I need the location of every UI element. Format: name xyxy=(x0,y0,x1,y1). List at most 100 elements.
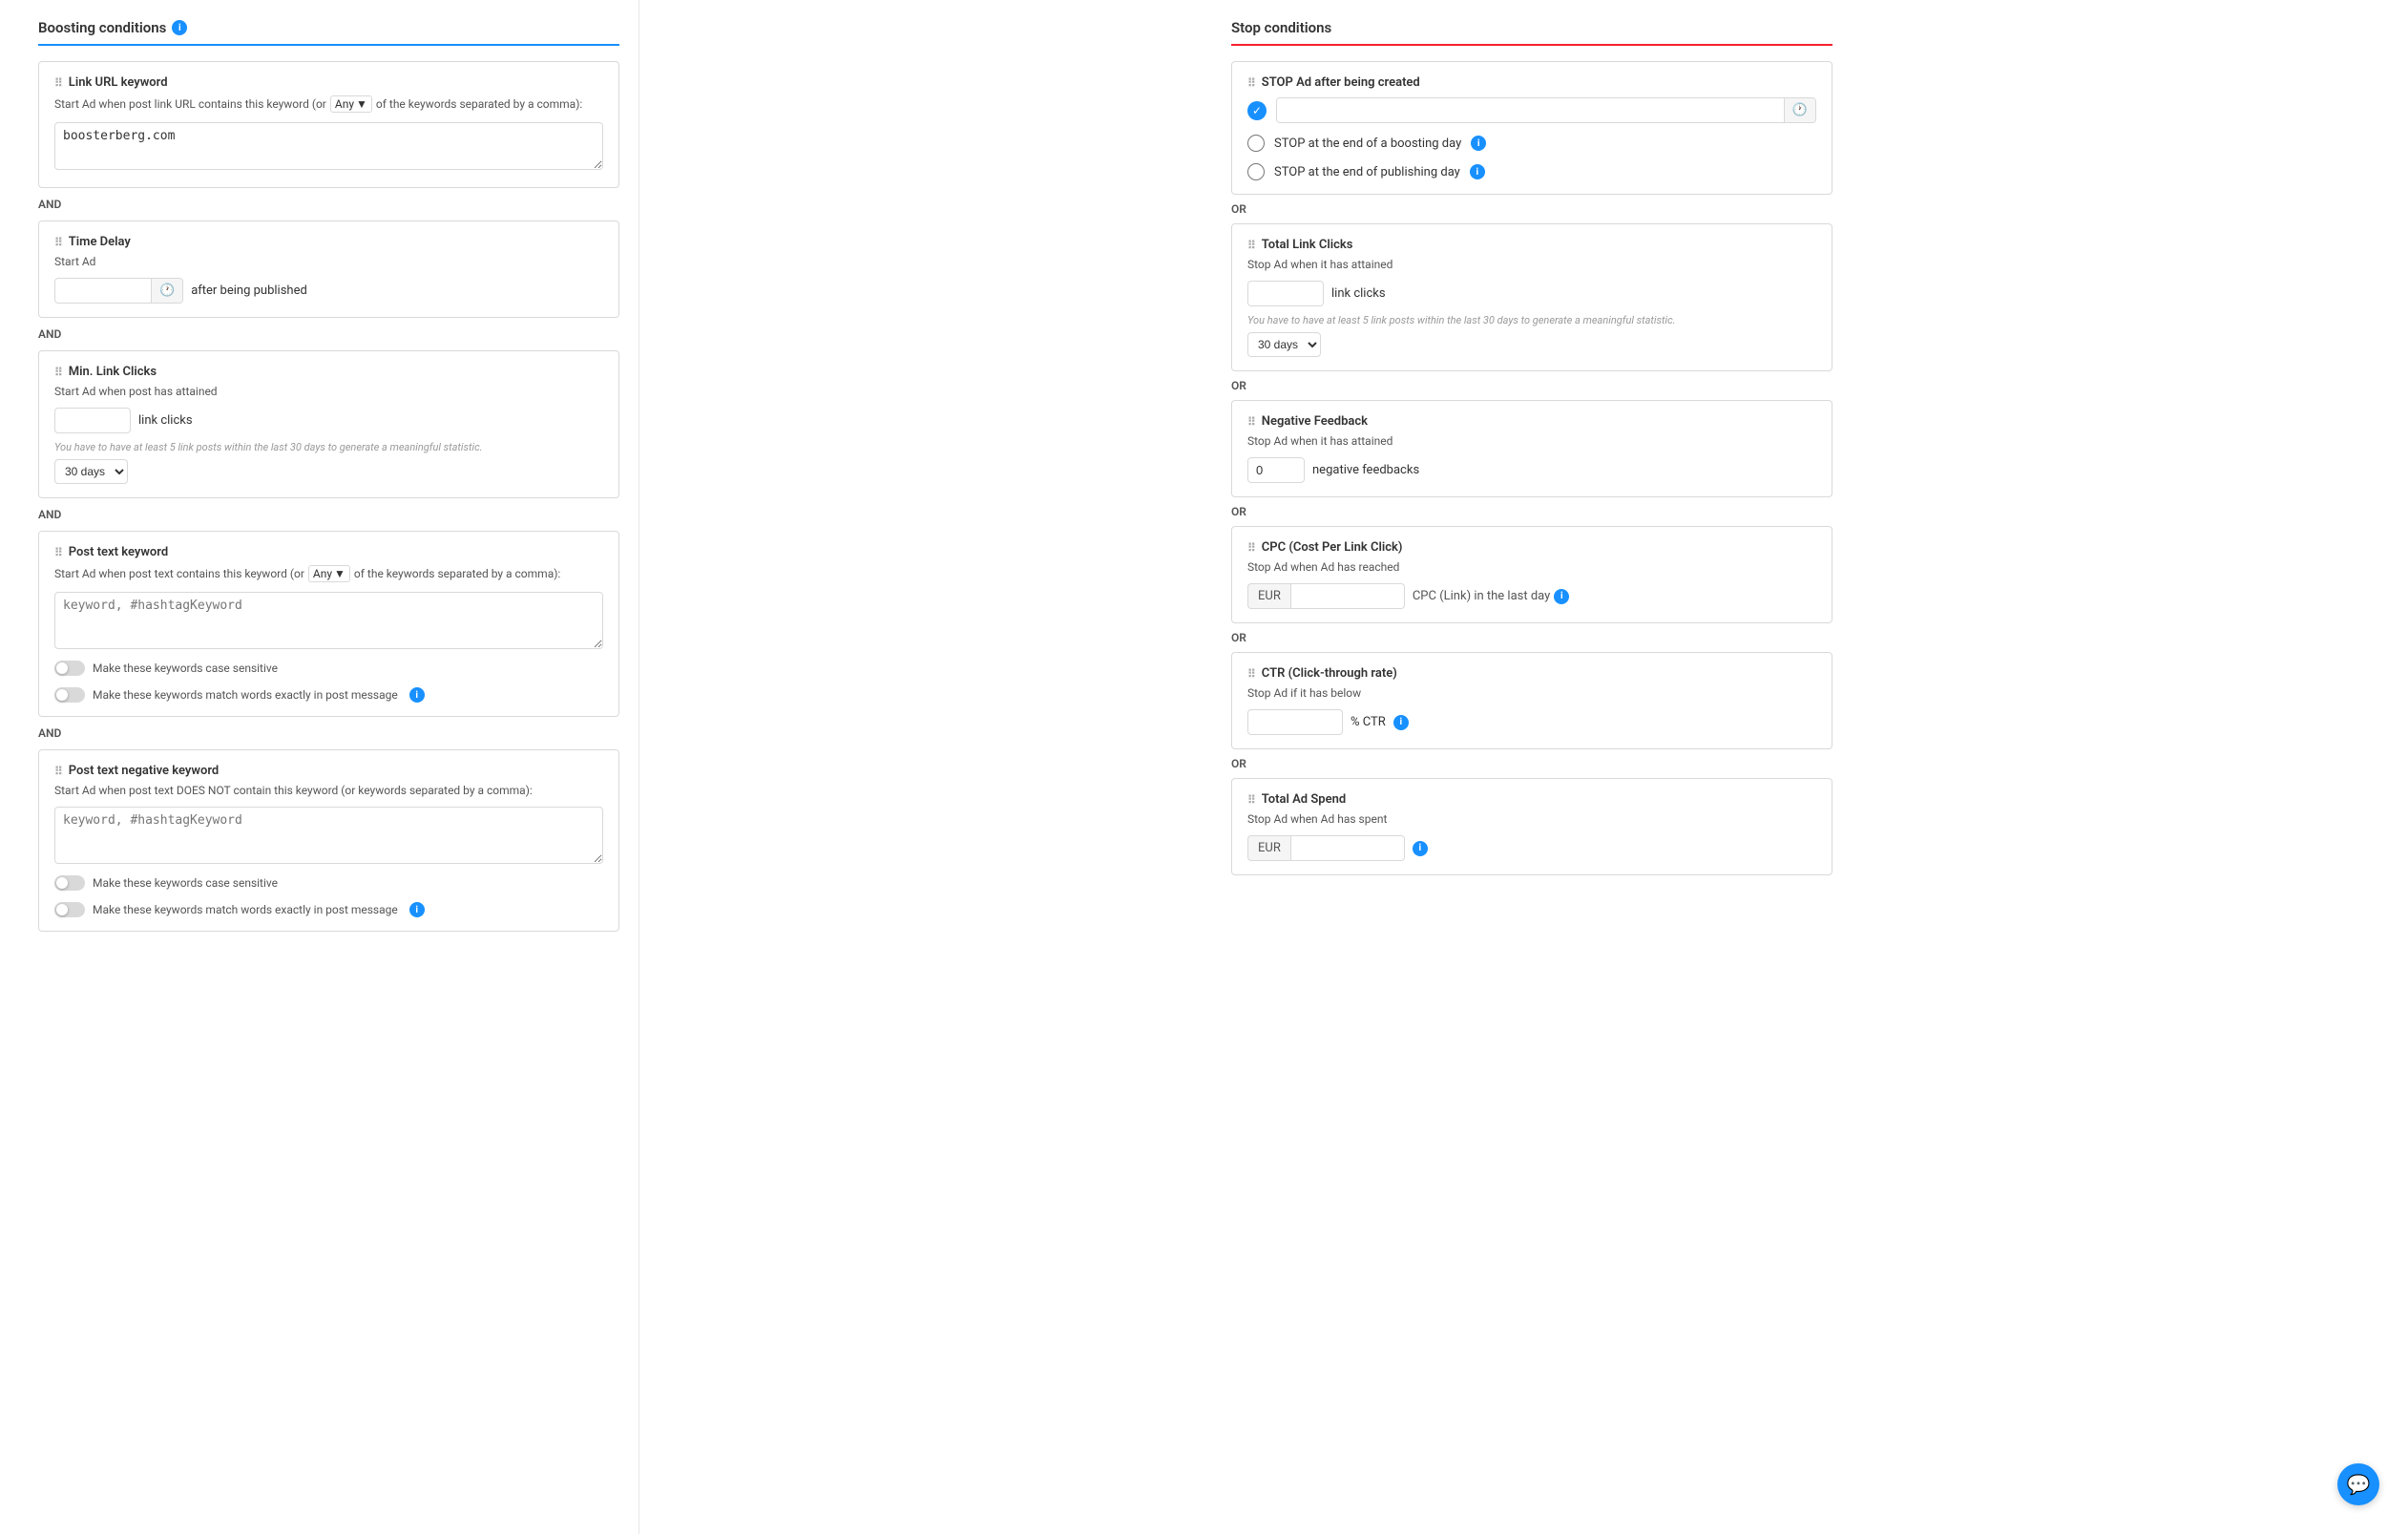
min-link-clicks-desc: Start Ad when post has attained xyxy=(54,385,603,398)
stop-created-radio-row: ✓ 🕐 xyxy=(1247,97,1816,123)
link-url-desc-after: of the keywords separated by a comma): xyxy=(376,97,582,111)
drag-icon-stop-5[interactable]: ⠿ xyxy=(1247,667,1256,681)
stop-end-boosting-day-row: STOP at the end of a boosting day i xyxy=(1247,135,1816,152)
match-words-neg-info-icon[interactable]: i xyxy=(409,902,425,917)
post-text-negative-keyword-card: ⠿ Post text negative keyword Start Ad wh… xyxy=(38,749,619,932)
link-url-desc-before: Start Ad when post link URL contains thi… xyxy=(54,97,326,111)
stop-title: Stop conditions xyxy=(1231,19,1331,36)
total-ad-spend-card: ⠿ Total Ad Spend Stop Ad when Ad has spe… xyxy=(1231,778,1832,875)
min-link-clicks-card: ⠿ Min. Link Clicks Start Ad when post ha… xyxy=(38,350,619,498)
drag-icon-stop-3[interactable]: ⠿ xyxy=(1247,415,1256,429)
chat-button[interactable]: 💬 xyxy=(2337,1463,2379,1505)
cpc-input-row: EUR CPC (Link) in the last day i xyxy=(1247,583,1816,609)
time-clock-icon[interactable]: 🕐 xyxy=(151,279,182,303)
post-text-neg-case-sensitive-toggle[interactable]: Make these keywords case sensitive xyxy=(54,875,603,891)
cpc-card: ⠿ CPC (Cost Per Link Click) Stop Ad when… xyxy=(1231,526,1832,623)
cpc-desc: Stop Ad when Ad has reached xyxy=(1247,560,1816,574)
drag-icon-2[interactable]: ⠿ xyxy=(54,236,63,249)
total-link-clicks-title: Total Link Clicks xyxy=(1262,238,1353,252)
ctr-info-icon[interactable]: i xyxy=(1393,715,1409,730)
negative-feedback-desc: Stop Ad when it has attained xyxy=(1247,434,1816,448)
or-1: OR xyxy=(1231,202,1832,216)
min-link-clicks-days-select[interactable]: 30 days 7 days 14 days 60 days 90 days xyxy=(54,459,128,484)
stop-panel: Stop conditions ⠿ STOP Ad after being cr… xyxy=(1212,0,1852,1534)
drag-icon[interactable]: ⠿ xyxy=(54,76,63,90)
ctr-card: ⠿ CTR (Click-through rate) Stop Ad if it… xyxy=(1231,652,1832,749)
ctr-input[interactable] xyxy=(1247,709,1343,735)
negative-feedback-row: negative feedbacks xyxy=(1247,457,1816,483)
drag-icon-stop-1[interactable]: ⠿ xyxy=(1247,76,1256,90)
total-link-clicks-input[interactable] xyxy=(1247,281,1324,306)
stop-end-boosting-day-radio[interactable] xyxy=(1247,135,1265,152)
toggle-thumb-1 xyxy=(56,662,68,674)
stop-end-publishing-day-info-icon[interactable]: i xyxy=(1470,164,1485,179)
total-ad-spend-desc: Stop Ad when Ad has spent xyxy=(1247,812,1816,826)
total-ad-spend-info-icon[interactable]: i xyxy=(1413,841,1428,856)
cpc-suffix-label: CPC (Link) in the last day xyxy=(1413,589,1550,603)
cpc-input[interactable] xyxy=(1290,583,1405,609)
boosting-title: Boosting conditions xyxy=(38,19,166,36)
and-2: AND xyxy=(38,327,619,341)
stop-end-publishing-day-radio[interactable] xyxy=(1247,163,1265,180)
stop-end-boosting-day-info-icon[interactable]: i xyxy=(1471,136,1486,151)
ctr-title: CTR (Click-through rate) xyxy=(1262,666,1397,681)
post-text-keyword-textarea[interactable] xyxy=(54,592,603,649)
stop-end-publishing-day-row: STOP at the end of publishing day i xyxy=(1247,163,1816,180)
boosting-panel: Boosting conditions i ⠿ Link URL keyword… xyxy=(0,0,639,1534)
min-link-clicks-row: link clicks xyxy=(54,408,603,433)
total-ad-spend-eur-prefix: EUR xyxy=(1247,835,1290,861)
cpc-header: ⠿ CPC (Cost Per Link Click) xyxy=(1247,540,1816,555)
negative-feedback-input[interactable] xyxy=(1247,457,1305,483)
toggle-track-1 xyxy=(54,661,85,676)
or-4: OR xyxy=(1231,631,1832,644)
cpc-info-icon[interactable]: i xyxy=(1554,589,1569,604)
boosting-info-icon[interactable]: i xyxy=(172,20,187,35)
time-input-wrapper: 🕐 xyxy=(54,278,183,304)
min-link-clicks-input[interactable] xyxy=(54,408,131,433)
total-link-clicks-days-select[interactable]: 30 days 7 days 14 days 60 days 90 days xyxy=(1247,332,1321,357)
stop-after-created-card: ⠿ STOP Ad after being created ✓ 🕐 STOP a… xyxy=(1231,61,1832,195)
drag-icon-4[interactable]: ⠿ xyxy=(54,546,63,559)
ctr-input-row: % CTR i xyxy=(1247,709,1816,735)
ctr-desc: Stop Ad if it has below xyxy=(1247,686,1816,700)
stop-created-checkbox[interactable]: ✓ xyxy=(1247,101,1267,120)
link-url-keyword-title: Link URL keyword xyxy=(69,75,168,90)
post-text-keyword-card: ⠿ Post text keyword Start Ad when post t… xyxy=(38,531,619,717)
time-input-row: 🕐 after being published xyxy=(54,278,603,304)
total-ad-spend-input[interactable] xyxy=(1290,835,1405,861)
post-text-neg-match-words-toggle[interactable]: Make these keywords match words exactly … xyxy=(54,902,603,917)
boosting-header: Boosting conditions i xyxy=(38,19,619,46)
toggle-thumb-2 xyxy=(56,689,68,701)
post-text-neg-keyword-title: Post text negative keyword xyxy=(69,764,219,778)
chat-icon: 💬 xyxy=(2347,1473,2371,1496)
stop-after-created-header: ⠿ STOP Ad after being created xyxy=(1247,75,1816,90)
drag-icon-stop-2[interactable]: ⠿ xyxy=(1247,239,1256,252)
stop-header: Stop conditions xyxy=(1231,19,1832,46)
post-text-match-words-toggle[interactable]: Make these keywords match words exactly … xyxy=(54,687,603,703)
min-link-clicks-title: Min. Link Clicks xyxy=(69,365,157,379)
link-clicks-label: link clicks xyxy=(138,413,193,428)
post-text-neg-keyword-textarea[interactable] xyxy=(54,807,603,864)
drag-icon-stop-6[interactable]: ⠿ xyxy=(1247,793,1256,807)
toggle-track-4 xyxy=(54,902,85,917)
total-link-clicks-label: link clicks xyxy=(1331,286,1386,301)
cpc-eur-prefix: EUR xyxy=(1247,583,1290,609)
negative-feedback-suffix: negative feedbacks xyxy=(1312,463,1419,477)
drag-icon-5[interactable]: ⠿ xyxy=(54,765,63,778)
post-text-toggles: Make these keywords case sensitive Make … xyxy=(54,653,603,703)
post-text-case-sensitive-toggle[interactable]: Make these keywords case sensitive xyxy=(54,661,603,676)
drag-icon-3[interactable]: ⠿ xyxy=(54,366,63,379)
stop-end-publishing-day-label: STOP at the end of publishing day xyxy=(1274,165,1460,179)
or-5: OR xyxy=(1231,757,1832,770)
post-text-any-dropdown[interactable]: Any ▼ xyxy=(308,565,350,582)
stop-datetime-clock-icon[interactable]: 🕐 xyxy=(1784,98,1815,122)
link-url-textarea[interactable]: boosterberg.com xyxy=(54,122,603,170)
drag-icon-stop-4[interactable]: ⠿ xyxy=(1247,541,1256,555)
link-url-any-dropdown[interactable]: Any ▼ xyxy=(330,95,372,113)
negative-feedback-title: Negative Feedback xyxy=(1262,414,1368,429)
toggle-track-3 xyxy=(54,875,85,891)
time-delay-input[interactable] xyxy=(55,279,151,303)
stop-datetime-input[interactable] xyxy=(1277,98,1784,122)
post-text-neg-keyword-header: ⠿ Post text negative keyword xyxy=(54,764,603,778)
match-words-info-icon[interactable]: i xyxy=(409,687,425,703)
